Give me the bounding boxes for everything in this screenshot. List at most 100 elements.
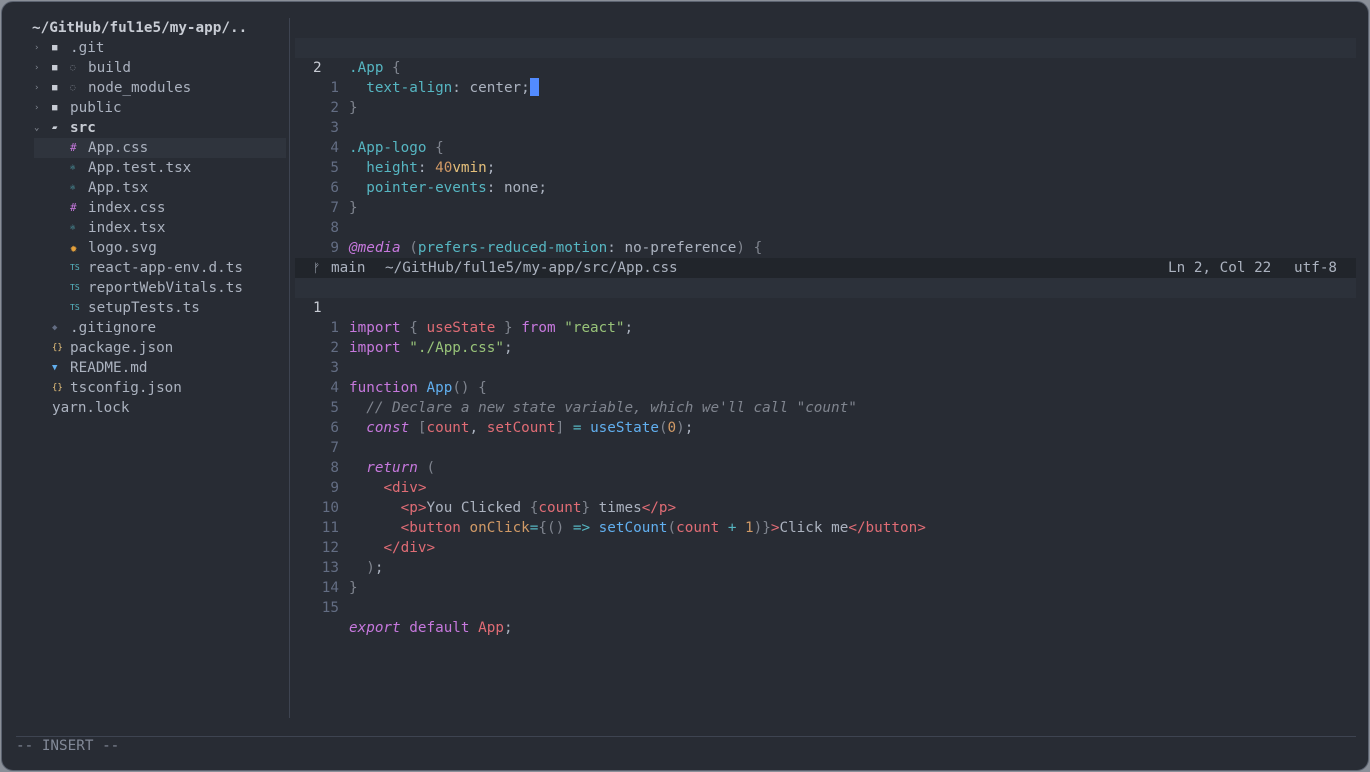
tree-item-index-tsx[interactable]: ⚛ index.tsx (34, 218, 286, 238)
tree-item-src[interactable]: ⌄ ▰ src (16, 118, 286, 138)
code-line-current[interactable]: 1 import { useState } from "react"; (295, 278, 1356, 336)
code-line[interactable]: 9 <p>You Clicked {count} times</p> (295, 458, 1356, 516)
code-line[interactable]: 9 .App-logo { (295, 218, 1356, 276)
folder-icon: ■ (52, 83, 58, 93)
tree-item-label: yarn.lock (52, 400, 130, 416)
tree-item-label: index.css (88, 200, 166, 216)
folder-icon: ■ (52, 103, 58, 113)
code-line[interactable]: 10 animation: App-logo-spin infinite 20s… (295, 238, 1356, 296)
tree-item-label: reportWebVitals.ts (88, 280, 243, 296)
tree-item-react-app-env[interactable]: TS react-app-env.d.ts (34, 258, 286, 278)
tree-item-label: App.test.tsx (88, 160, 192, 176)
css-icon: # (70, 141, 77, 154)
react-icon: ⚛ (70, 183, 76, 193)
chevron-right-icon[interactable]: › (34, 38, 39, 58)
tree-item-readme[interactable]: ▼ README.md (16, 358, 286, 378)
ignored-icon: ◌ (70, 63, 76, 73)
tree-item-label: index.tsx (88, 220, 166, 236)
code-line[interactable]: 10 <button onClick={() => setCount(count… (295, 478, 1356, 536)
folder-icon: ■ (52, 43, 58, 53)
tree-item-label: package.json (70, 340, 174, 356)
tree-item-app-test[interactable]: ⚛ App.test.tsx (34, 158, 286, 178)
code-line[interactable]: 1 .App { (295, 18, 1356, 76)
tree-item-label: .gitignore (70, 320, 157, 336)
file-encoding: utf-8 (1294, 260, 1338, 276)
folder-icon: ■ (52, 63, 58, 73)
tree-item-build[interactable]: › ■ ◌ build (16, 58, 286, 78)
code-line[interactable]: 5 pointer-events: none; (295, 138, 1356, 196)
mode-indicator: -- INSERT -- (16, 738, 120, 754)
tree-item-label: public (70, 100, 122, 116)
tree-item-label: node_modules (88, 80, 192, 96)
tree-item-yarn-lock[interactable]: yarn.lock (16, 398, 286, 418)
ts-icon: TS (70, 303, 80, 312)
chevron-right-icon[interactable]: › (34, 98, 39, 118)
code-line[interactable]: 11 </div> (295, 498, 1356, 556)
editor-window: ~/GitHub/ful1e5/my-app/.. › ■ .git › ■ ◌… (1, 1, 1369, 771)
code-line[interactable]: 14 (295, 558, 1356, 596)
tree-item-report-web-vitals[interactable]: TS reportWebVitals.ts (34, 278, 286, 298)
tree-item-index-css[interactable]: # index.css (34, 198, 286, 218)
tree-item-label: App.tsx (88, 180, 149, 196)
code-line[interactable]: 13 } (295, 538, 1356, 596)
code-text[interactable]: export default App; (349, 618, 513, 638)
chevron-right-icon[interactable]: › (34, 58, 39, 78)
code-line[interactable]: 5 const [count, setCount] = useState(0); (295, 378, 1356, 436)
react-icon: ⚛ (70, 223, 76, 233)
tree-item-label: build (88, 60, 132, 76)
code-line[interactable]: 1 import "./App.css"; (295, 298, 1356, 356)
code-line[interactable]: 12 ); (295, 518, 1356, 576)
tree-item-gitignore[interactable]: ◆ .gitignore (16, 318, 286, 338)
ignored-icon: ◌ (70, 83, 76, 93)
line-number: 15 (321, 600, 339, 616)
code-line[interactable]: 3 function App() { (295, 338, 1356, 396)
markdown-icon: ▼ (52, 363, 58, 373)
tree-item-public[interactable]: › ■ public (16, 98, 286, 118)
code-line[interactable]: 2 (295, 78, 1356, 116)
code-line[interactable]: 3 .App-logo { (295, 98, 1356, 156)
tree-item-label: logo.svg (88, 240, 157, 256)
command-line-divider (16, 736, 1356, 737)
code-line[interactable]: 6 (295, 398, 1356, 436)
tree-item-label: react-app-env.d.ts (88, 260, 243, 276)
ts-icon: TS (70, 283, 80, 292)
tree-item-label: README.md (70, 360, 148, 376)
tree-item-git[interactable]: › ■ .git (16, 38, 286, 58)
pane-divider[interactable] (289, 18, 290, 718)
code-line-current[interactable]: 2 text-align: center; (295, 38, 1356, 96)
git-icon: ◆ (52, 323, 58, 333)
code-line[interactable]: 7 return ( (295, 418, 1356, 476)
tree-item-app-css[interactable]: # App.css (34, 138, 286, 158)
json-icon: {} (52, 383, 63, 393)
code-line[interactable]: 4 height: 40vmin; (295, 118, 1356, 176)
explorer-root-path: ~/GitHub/ful1e5/my-app/.. (32, 20, 248, 36)
tree-item-setup-tests[interactable]: TS setupTests.ts (34, 298, 286, 318)
tree-item-node-modules[interactable]: › ■ ◌ node_modules (16, 78, 286, 98)
chevron-right-icon[interactable]: › (34, 78, 39, 98)
code-line[interactable]: 6 } (295, 158, 1356, 216)
code-line[interactable]: 7 (295, 178, 1356, 216)
tree-item-package-json[interactable]: {} package.json (16, 338, 286, 358)
tree-item-logo-svg[interactable]: ✹ logo.svg (34, 238, 286, 258)
code-line[interactable]: 8 <div> (295, 438, 1356, 496)
code-line[interactable]: 1 } (295, 58, 1356, 116)
git-branch-icon: ᚠ (313, 261, 321, 275)
git-branch[interactable]: main (331, 258, 365, 278)
code-line[interactable]: 4 // Declare a new state variable, which… (295, 358, 1356, 416)
status-bar: ᚠ main ~/GitHub/ful1e5/my-app/src/App.cs… (295, 258, 1356, 278)
tree-item-tsconfig[interactable]: {} tsconfig.json (16, 378, 286, 398)
folder-open-icon: ▰ (52, 123, 58, 133)
css-icon: # (70, 201, 77, 214)
code-line[interactable]: 8 @media (prefers-reduced-motion: no-pre… (295, 198, 1356, 256)
ts-icon: TS (70, 263, 80, 272)
file-path: ~/GitHub/ful1e5/my-app/src/App.css (385, 260, 678, 276)
tree-item-label: tsconfig.json (70, 380, 182, 396)
tree-item-app-tsx[interactable]: ⚛ App.tsx (34, 178, 286, 198)
chevron-down-icon[interactable]: ⌄ (34, 118, 39, 138)
svg-icon: ✹ (70, 241, 78, 255)
code-line[interactable]: 2 (295, 318, 1356, 356)
tree-item-label: .git (70, 40, 105, 56)
tree-item-label: src (70, 120, 96, 136)
tree-item-label: setupTests.ts (88, 300, 200, 316)
code-line[interactable]: 15 export default App; (295, 578, 1356, 636)
